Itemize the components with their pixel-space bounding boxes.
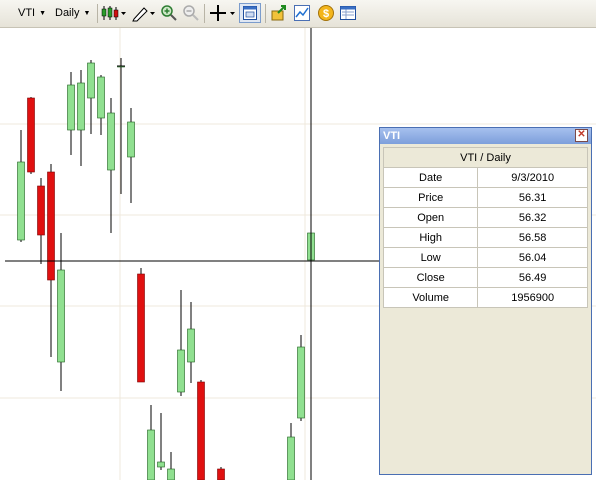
- data-window-button[interactable]: [239, 3, 261, 23]
- draw-tool-button[interactable]: [131, 3, 157, 23]
- candle-body: [87, 62, 95, 99]
- candle-body: [37, 185, 45, 236]
- table-row: Price 56.31: [382, 187, 588, 208]
- zoom-out-icon: [183, 5, 199, 21]
- period-label: Daily: [55, 7, 80, 19]
- dollar-button[interactable]: $: [316, 3, 336, 23]
- table-row: Close 56.49: [382, 267, 588, 288]
- candle-body: [197, 381, 205, 480]
- crosshair-icon: [210, 5, 235, 21]
- candle-body: [57, 269, 65, 363]
- data-window-icon: [243, 6, 257, 20]
- close-icon[interactable]: ✕: [575, 129, 588, 142]
- candle-body: [137, 273, 145, 383]
- table-row: High 56.58: [382, 227, 588, 248]
- chart-toolbar: VTI ▼ Daily ▼ $: [0, 0, 596, 28]
- table-row: Date 9/3/2010: [382, 167, 588, 188]
- symbol-label: VTI: [18, 7, 36, 19]
- chevron-down-icon: ▼: [83, 9, 91, 17]
- row-label: Close: [382, 267, 479, 288]
- zoom-out-button[interactable]: [181, 3, 201, 23]
- row-label: Volume: [382, 287, 479, 308]
- row-label: Low: [382, 247, 479, 268]
- candle-body: [127, 121, 135, 158]
- table-view-button[interactable]: [338, 3, 358, 23]
- chart-view-button[interactable]: [292, 3, 312, 23]
- row-value: 56.31: [477, 187, 588, 208]
- row-value: 56.49: [477, 267, 588, 288]
- candle-body: [47, 171, 55, 281]
- row-value: 56.04: [477, 247, 588, 268]
- candle-body: [97, 76, 105, 119]
- toolbar-separator: [97, 4, 98, 23]
- candlestick-icon: [101, 6, 126, 20]
- candle-body: [287, 436, 295, 480]
- chart-line-icon: [294, 5, 310, 21]
- row-value: 9/3/2010: [477, 167, 588, 188]
- table-row: Low 56.04: [382, 247, 588, 268]
- candle-body: [217, 468, 225, 480]
- svg-text:$: $: [323, 8, 329, 20]
- toolbar-separator: [265, 4, 266, 23]
- panel-title: VTI: [383, 130, 401, 142]
- dollar-icon: $: [318, 5, 334, 21]
- row-value: 56.58: [477, 227, 588, 248]
- candle-body: [167, 468, 175, 480]
- data-window-panel: VTI ✕ VTI / Daily Date 9/3/2010 Price 56…: [379, 127, 592, 475]
- candle-body: [17, 161, 25, 241]
- data-window-table: VTI / Daily Date 9/3/2010 Price 56.31 Op…: [382, 147, 588, 308]
- row-label: High: [382, 227, 479, 248]
- candle-body: [147, 429, 155, 480]
- zoom-in-button[interactable]: [159, 3, 179, 23]
- row-label: Date: [382, 167, 479, 188]
- row-value: 56.32: [477, 207, 588, 228]
- candle-body: [177, 349, 185, 393]
- row-label: Open: [382, 207, 479, 228]
- candle-body: [67, 84, 75, 131]
- crosshair-button[interactable]: [208, 3, 236, 23]
- data-window-heading: VTI / Daily: [383, 147, 588, 168]
- zoom-in-icon: [161, 5, 177, 21]
- row-label: Price: [382, 187, 479, 208]
- candle-body: [187, 328, 195, 363]
- candle-body: [107, 112, 115, 171]
- draw-pen-icon: [132, 7, 155, 22]
- export-icon: [271, 5, 286, 21]
- row-value: 1956900: [477, 287, 588, 308]
- candle-body: [157, 461, 165, 468]
- period-dropdown[interactable]: Daily ▼: [55, 3, 90, 23]
- data-window-heading-row: VTI / Daily: [383, 147, 588, 168]
- candle-body: [297, 346, 305, 419]
- table-row: Open 56.32: [382, 207, 588, 228]
- table-icon: [340, 6, 356, 20]
- table-row: Volume 1956900: [382, 287, 588, 308]
- symbol-dropdown[interactable]: VTI ▼: [18, 3, 46, 23]
- toolbar-separator: [204, 4, 205, 23]
- candle-body: [27, 97, 35, 173]
- candle-body: [77, 82, 85, 131]
- export-button[interactable]: [270, 3, 290, 23]
- chevron-down-icon: ▼: [39, 9, 47, 17]
- chart-style-button[interactable]: [100, 3, 128, 23]
- panel-title-bar[interactable]: VTI ✕: [380, 128, 591, 144]
